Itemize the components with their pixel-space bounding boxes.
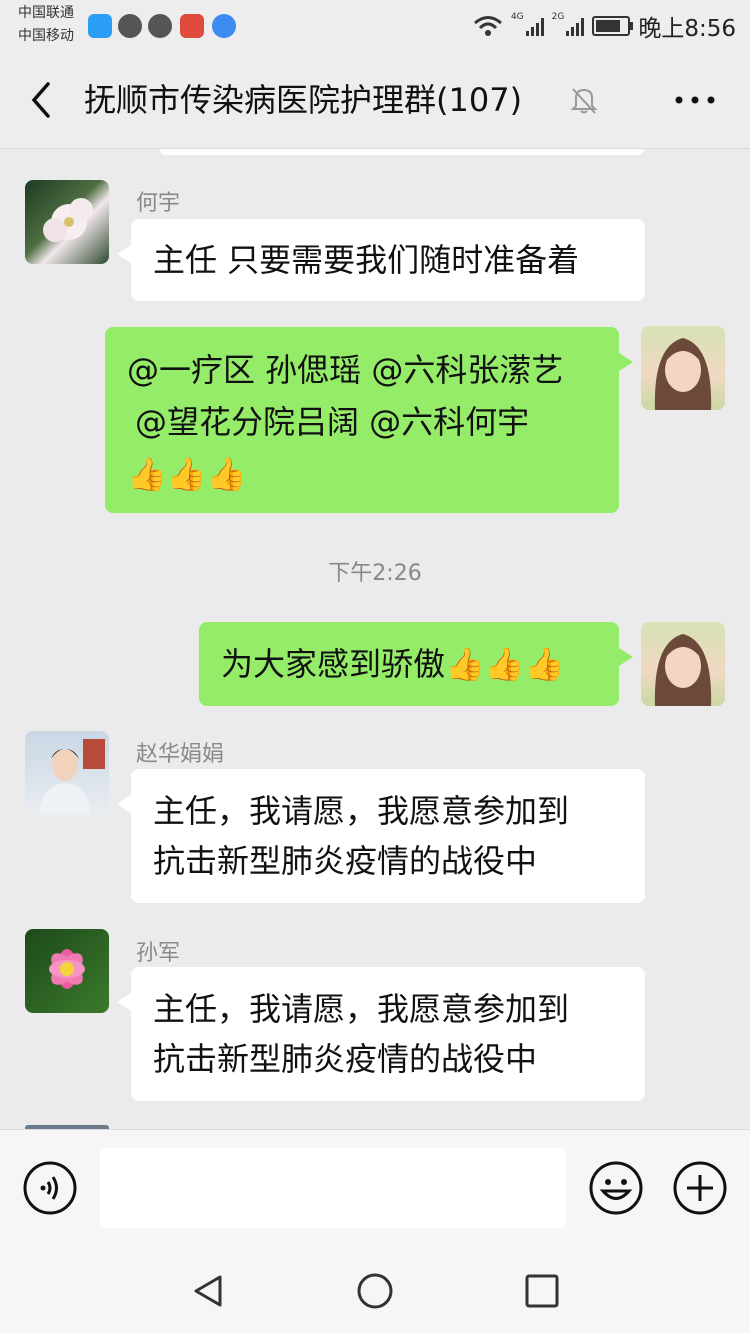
portrait-avatar-image bbox=[654, 338, 712, 410]
sender-name: 赵华娟娟 bbox=[136, 742, 225, 767]
title-bar: 抚顺市传染病医院护理群(107) bbox=[0, 52, 750, 149]
plus-icon[interactable] bbox=[672, 1160, 728, 1216]
avatar[interactable] bbox=[25, 180, 109, 264]
wechat-icon bbox=[148, 14, 172, 38]
carrier-2: 中国移动 bbox=[18, 28, 74, 44]
chat-title: 抚顺市传染病医院护理群(107) bbox=[84, 81, 523, 119]
message-input[interactable] bbox=[100, 1148, 566, 1228]
emoji-icon[interactable] bbox=[588, 1160, 644, 1216]
lotus-avatar-image bbox=[49, 949, 85, 989]
avatar[interactable] bbox=[25, 929, 109, 1013]
message-line: 主任，我请愿，我愿意参加到 bbox=[153, 990, 570, 1028]
message-bubble-incoming[interactable]: 主任，我请愿，我愿意参加到 抗击新型肺炎疫情的战役中 bbox=[117, 769, 645, 903]
shield-icon bbox=[88, 14, 112, 38]
baidu-icon bbox=[180, 14, 204, 38]
signal-2-icon bbox=[566, 16, 585, 36]
message-bubble-outgoing[interactable]: 为大家感到骄傲👍👍👍 bbox=[199, 622, 633, 706]
message-line: 抗击新型肺炎疫情的战役中 bbox=[153, 842, 538, 880]
person-avatar-image bbox=[39, 739, 105, 815]
message-line: @望花分院吕阔 @六科何宇 bbox=[135, 403, 530, 441]
portrait-avatar-image bbox=[654, 634, 712, 706]
battery-icon bbox=[592, 16, 634, 36]
back-arrow-icon[interactable] bbox=[22, 76, 66, 124]
sender-name: 孙军 bbox=[136, 941, 181, 966]
more-options-icon[interactable] bbox=[670, 82, 720, 118]
flower-avatar-image bbox=[43, 198, 93, 242]
previous-bubble-fragment bbox=[160, 149, 644, 155]
thumbs-up-emoji: 👍👍👍 bbox=[127, 455, 247, 493]
muted-bell-icon bbox=[570, 88, 598, 114]
status-right: 4G 2G 晚上8:56 bbox=[473, 8, 736, 44]
message-text: 主任 只要需要我们随时准备着 bbox=[153, 241, 580, 279]
message-bubble-outgoing[interactable]: @一疗区 孙偲瑶 @六科张潆艺 @望花分院吕阔 @六科何宇 👍👍👍 bbox=[105, 327, 633, 513]
app-icon bbox=[212, 14, 236, 38]
message-bubble-incoming[interactable]: 主任 只要需要我们随时准备着 bbox=[117, 219, 645, 301]
network-type-2: 2G bbox=[551, 12, 565, 22]
nav-back-icon[interactable] bbox=[188, 1271, 228, 1311]
chat-messages[interactable]: 何宇 主任 只要需要我们随时准备着 @一疗区 孙偲瑶 @六科张潆艺 @望花分院吕… bbox=[0, 149, 750, 1129]
voice-input-icon[interactable] bbox=[22, 1160, 78, 1216]
wifi-icon bbox=[473, 16, 502, 36]
clock: 晚上8:56 bbox=[638, 16, 736, 42]
input-bar bbox=[0, 1129, 750, 1250]
system-nav-bar bbox=[0, 1249, 750, 1333]
signal-1-icon bbox=[525, 16, 544, 36]
network-type-1: 4G bbox=[510, 12, 524, 22]
my-avatar[interactable] bbox=[641, 622, 725, 706]
message-line: 主任，我请愿，我愿意参加到 bbox=[153, 792, 570, 830]
message-line: 抗击新型肺炎疫情的战役中 bbox=[153, 1040, 538, 1078]
nav-recents-icon[interactable] bbox=[522, 1271, 562, 1311]
timestamp: 下午2:26 bbox=[328, 561, 422, 586]
nav-home-icon[interactable] bbox=[355, 1271, 395, 1311]
avatar[interactable] bbox=[25, 731, 109, 815]
message-icon bbox=[118, 14, 142, 38]
my-avatar[interactable] bbox=[641, 326, 725, 410]
message-bubble-incoming[interactable]: 主任，我请愿，我愿意参加到 抗击新型肺炎疫情的战役中 bbox=[117, 967, 645, 1101]
message-line: @一疗区 孙偲瑶 @六科张潆艺 bbox=[127, 351, 564, 389]
sender-name: 何宇 bbox=[136, 191, 181, 216]
message-text: 为大家感到骄傲👍👍👍 bbox=[221, 645, 565, 683]
carrier-1: 中国联通 bbox=[18, 5, 74, 21]
status-bar: 中国联通 中国移动 4G 2G 晚上8:56 bbox=[0, 0, 750, 52]
